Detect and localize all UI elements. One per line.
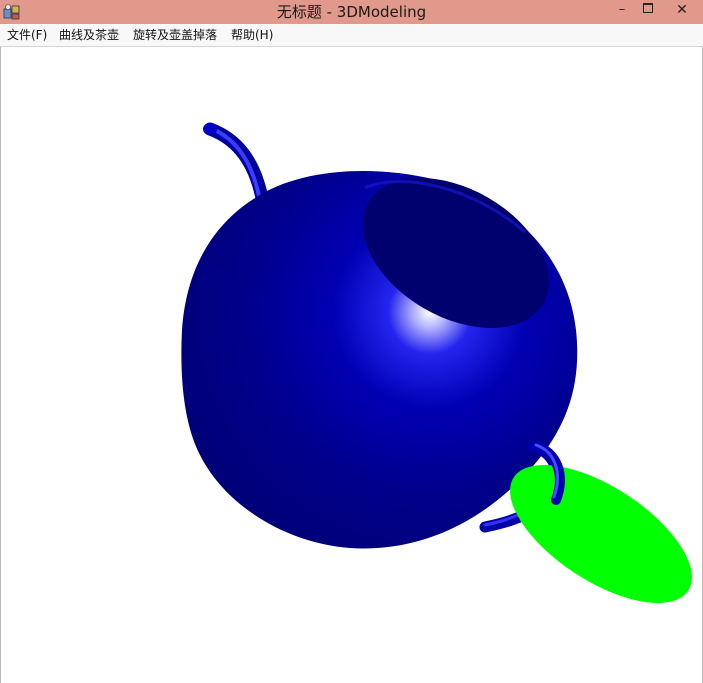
teapot-spout bbox=[203, 122, 269, 205]
teapot-scene bbox=[181, 122, 692, 604]
